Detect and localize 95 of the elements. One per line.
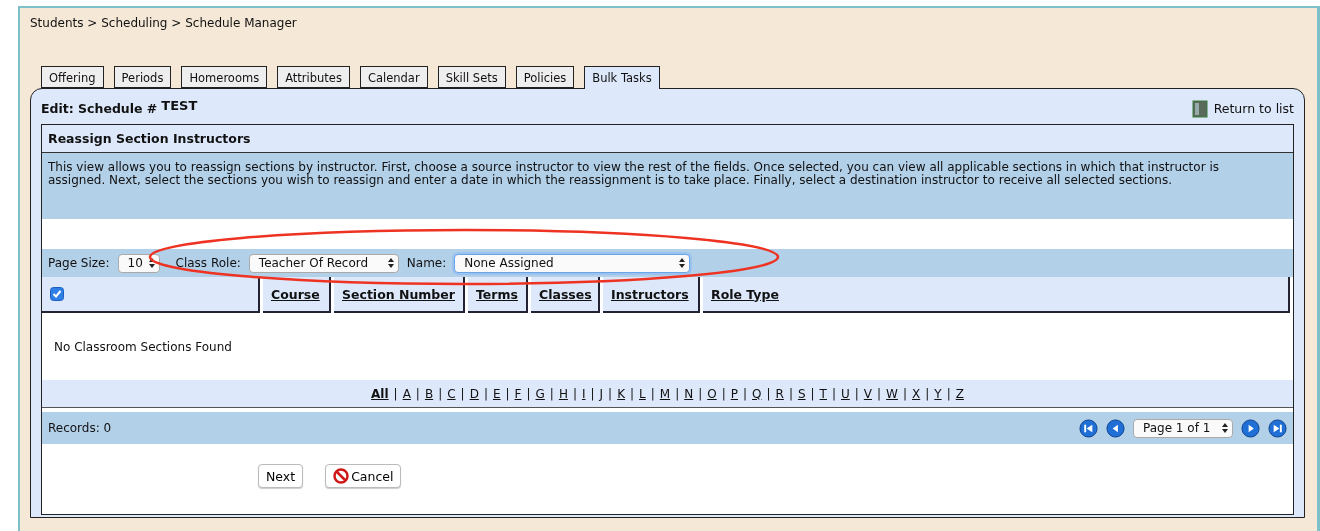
letter-link[interactable]: I [581,386,586,401]
letter-link[interactable]: R [775,386,784,401]
tab[interactable]: Bulk Tasks [584,66,660,89]
class-role-label: Class Role: [175,256,241,270]
column-header[interactable]: Terms [468,277,528,313]
separator: | [854,386,859,401]
letter-link[interactable]: M [659,386,671,401]
name-label: Name: [406,256,447,270]
class-role-select[interactable]: Teacher Of Record [248,253,399,273]
tab[interactable]: Offering [41,66,104,88]
letter-link[interactable]: Q [752,386,762,401]
next-page-icon[interactable] [1241,418,1260,438]
schedule-name: TEST [161,98,198,113]
separator: | [393,386,398,401]
letter-link[interactable]: J [599,386,604,401]
column-header[interactable]: Course [263,277,331,313]
select-all-checkbox[interactable] [50,287,64,301]
stepper-arrows-icon [679,258,686,268]
breadcrumb: Students > Scheduling > Schedule Manager [30,16,298,32]
letter-link[interactable]: L [639,386,646,401]
separator: | [766,386,771,401]
page-select[interactable]: Page 1 of 1 [1133,418,1233,438]
page-size-label: Page Size: [48,256,110,270]
next-button[interactable]: Next [258,464,304,488]
separator: | [902,386,907,401]
section-title: Reassign Section Instructors [42,125,1293,153]
tab[interactable]: Attributes [277,66,350,88]
column-header[interactable]: Instructors [603,277,700,313]
letter-link[interactable]: H [558,386,568,401]
separator: | [650,386,655,401]
separator: | [630,386,635,401]
empty-message: No Classroom Sections Found [54,339,232,354]
letter-link[interactable]: O [707,386,717,401]
letter-link[interactable]: P [730,386,738,401]
separator: | [526,386,531,401]
letter-link[interactable]: F [514,386,522,401]
letter-link[interactable]: All [371,386,389,401]
letter-link[interactable]: Y [934,386,942,401]
records-count: Records: 0 [48,421,112,435]
letter-link[interactable]: A [402,386,411,401]
return-link[interactable]: Return to list [1191,99,1294,118]
letter-link[interactable]: E [492,386,501,401]
tab[interactable]: Homerooms [181,66,268,88]
tab[interactable]: Calendar [359,66,428,88]
letter-link[interactable]: X [912,386,921,401]
previous-page-icon[interactable] [1106,418,1125,438]
no-entry-icon [333,468,350,484]
separator: | [946,386,951,401]
letter-link[interactable]: W [886,386,898,401]
column-header[interactable]: Section Number [334,277,465,313]
name-select[interactable]: None Assigned [454,253,691,273]
separator: | [810,386,815,401]
letter-link[interactable]: D [469,386,479,401]
column-header[interactable]: Role Type [703,277,1290,313]
door-icon [1191,99,1208,118]
letter-link[interactable]: S [797,386,806,401]
stepper-arrows-icon [148,258,155,268]
separator: | [788,386,793,401]
separator: | [460,386,465,401]
first-page-icon[interactable] [1079,418,1098,438]
letter-link[interactable]: G [535,386,545,401]
letter-link[interactable]: C [447,386,456,401]
letter-link[interactable]: T [819,386,827,401]
separator: | [698,386,703,401]
page-size-select[interactable]: 10 [117,253,160,273]
separator: | [877,386,882,401]
separator: | [831,386,836,401]
separator: | [925,386,930,401]
separator: | [438,386,443,401]
separator: | [675,386,680,401]
letter-link[interactable]: Z [955,386,964,401]
tab[interactable]: Periods [113,66,172,88]
description: This view allows you to reassign sections by instructor. First, choose a source instructor to view the rest of the fields. Once selected, you can view all applicable sections in which that instructor is assigned. Next, select the sections you wish to reassign and enter a date in which the reassignment is to take place. Finally, select a destination instructor to receive all selected sections. [42,153,1293,219]
letter-link[interactable]: B [424,386,434,401]
separator: | [549,386,554,401]
cancel-button[interactable]: Cancel [325,464,402,488]
separator: | [743,386,748,401]
tab[interactable]: Policies [515,66,575,88]
separator: | [590,386,595,401]
last-page-icon[interactable] [1268,418,1287,438]
separator: | [483,386,488,401]
tab[interactable]: Skill Sets [437,66,506,88]
separator: | [572,386,577,401]
letter-link[interactable]: N [684,386,694,401]
separator: | [608,386,613,401]
stepper-arrows-icon [1222,423,1228,433]
letter-link[interactable]: U [841,386,850,401]
letter-link[interactable]: V [863,386,873,401]
separator: | [721,386,726,401]
stepper-arrows-icon [387,258,394,268]
letter-link[interactable]: K [617,386,625,401]
separator: | [415,386,420,401]
column-header[interactable]: Classes [531,277,600,313]
separator: | [505,386,510,401]
panel-title: Edit: Schedule # [41,101,158,116]
